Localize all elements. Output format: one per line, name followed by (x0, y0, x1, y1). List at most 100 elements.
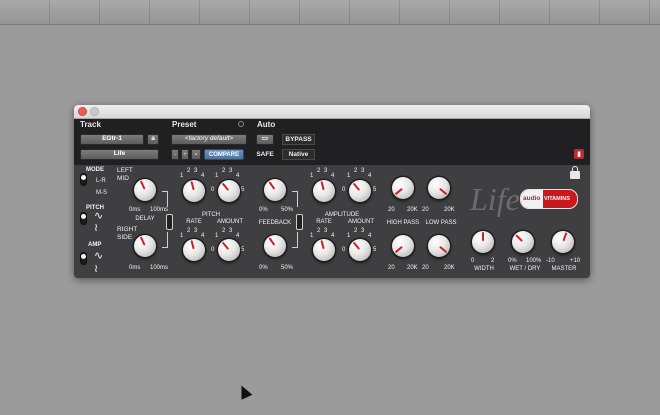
lock-icon[interactable] (570, 166, 580, 179)
timeline-grid (0, 0, 660, 24)
track-select[interactable]: EGtr-1 (80, 134, 144, 145)
bypass-button[interactable]: BYPASS (282, 134, 315, 145)
amp-waveform-switch[interactable] (80, 252, 87, 265)
close-button[interactable] (78, 107, 87, 116)
mouse-cursor-icon (236, 382, 253, 400)
delay-max-label-2: 100ms (150, 265, 169, 271)
safe-button[interactable]: SAFE (254, 149, 276, 160)
amp-amount-tick-1b: 1 (347, 233, 351, 239)
pitch-amount-knob-2[interactable] (218, 239, 240, 261)
width-knob[interactable] (472, 231, 494, 253)
preset-menu-icon[interactable] (238, 121, 244, 127)
wet-dry-label: WET / DRY (509, 266, 541, 272)
badge-audio-text: audio (523, 195, 541, 202)
triangle-wave-icon: ≀ (94, 263, 99, 275)
track-channel-select[interactable]: a (147, 134, 159, 145)
mode-ms-label: M-S (96, 190, 107, 196)
low-pass-left-knob[interactable] (428, 177, 450, 199)
audio-vitamins-logo: audio VITAMINS (520, 189, 578, 209)
amp-rate-knob-1[interactable] (313, 180, 335, 202)
life-plugin-panel: MODE L-R M-S PITCH ∿ ≀ AMP ∿ ≀ LEFT MID … (74, 165, 590, 278)
high-pass-left-knob[interactable] (392, 177, 414, 199)
feedback-link-button[interactable] (296, 214, 303, 230)
plugin-window: Track Preset Auto EGtr-1 a Life <factory… (74, 105, 590, 278)
right-label: RIGHT (117, 226, 138, 233)
amp-amount-tick-3: 3 (361, 168, 365, 174)
pitch-amount-tick-4: 4 (236, 173, 240, 179)
feedback-min-label-2: 0% (259, 265, 268, 271)
hp-min-label: 20 (388, 207, 395, 213)
sine-wave-icon: ∿ (94, 250, 104, 262)
pitch-label: PITCH (202, 212, 220, 218)
delay-max-label: 100ms (150, 207, 169, 213)
preset-next-button[interactable]: + (181, 149, 189, 160)
feedback-min-label: 0% (259, 207, 268, 213)
side-label: SIDE (117, 234, 133, 241)
delay-min-label-2: 0ms (129, 265, 141, 271)
amp-amount-label: AMOUNT (348, 219, 374, 225)
wet-dry-knob[interactable] (512, 231, 534, 253)
width-label: WIDTH (474, 266, 494, 272)
lp-max-label-2: 20K (444, 265, 455, 271)
preset-save-icon[interactable]: ▪ (191, 149, 201, 160)
master-label: MASTER (551, 266, 577, 272)
feedback-left-knob[interactable] (264, 179, 286, 201)
pitch-rate-tick-2b: 2 (187, 228, 191, 234)
feedback-label: FEEDBACK (258, 220, 292, 226)
amp-rate-tick-2b: 2 (317, 228, 321, 234)
delay-left-knob[interactable] (134, 179, 156, 201)
pitch-rate-knob-1[interactable] (183, 180, 205, 202)
lp-min-label-2: 20 (422, 265, 429, 271)
delay-link-button[interactable] (166, 214, 173, 230)
pitch-amount-knob-1[interactable] (218, 180, 240, 202)
life-logo: Life (470, 181, 520, 217)
amp-rate-tick-2: 2 (317, 168, 321, 174)
feedback-right-knob[interactable] (264, 235, 286, 257)
amp-switch-dot (81, 254, 86, 259)
amp-amount-tick-5b: 5 (373, 247, 377, 253)
pitch-waveform-switch[interactable] (80, 212, 87, 225)
insert-select[interactable]: Life (80, 149, 159, 160)
delete-icon[interactable]: ▮ (574, 149, 584, 159)
amp-amount-tick-3b: 3 (361, 228, 365, 234)
master-knob[interactable] (552, 231, 574, 253)
window-titlebar[interactable] (74, 105, 590, 119)
wet-dry-min-label: 0% (508, 258, 517, 264)
pitch-switch-dot (81, 214, 86, 219)
insert-header: Track Preset Auto EGtr-1 a Life <factory… (74, 119, 590, 165)
amp-rate-tick-1: 1 (310, 173, 314, 179)
master-min-label: -10 (546, 258, 555, 264)
amp-amount-tick-4: 4 (368, 173, 372, 179)
pitch-amount-tick-2: 2 (222, 168, 226, 174)
link-bracket-top-2 (292, 191, 298, 207)
automation-icon[interactable]: ▭ (256, 134, 274, 145)
mode-switch[interactable] (80, 173, 87, 186)
mid-label: MID (117, 175, 129, 182)
feedback-max-label: 50% (281, 207, 294, 213)
preset-prev-button[interactable]: - (171, 149, 179, 160)
delay-right-knob[interactable] (134, 235, 156, 257)
pitch-amount-label: AMOUNT (217, 219, 243, 225)
high-pass-right-knob[interactable] (392, 235, 414, 257)
pitch-amount-tick-0b: 0 (211, 247, 215, 253)
amp-rate-knob-2[interactable] (313, 239, 335, 261)
pitch-amount-tick-2b: 2 (222, 228, 226, 234)
amp-rate-tick-3b: 3 (324, 228, 328, 234)
amp-switch-label: AMP (88, 242, 102, 248)
pitch-amount-tick-1b: 1 (215, 233, 219, 239)
preset-select[interactable]: <factory default> (171, 134, 247, 145)
amp-amount-knob-2[interactable] (349, 239, 371, 261)
pitch-amount-tick-3: 3 (229, 168, 233, 174)
master-max-label: +10 (570, 258, 581, 264)
pitch-amount-tick-1: 1 (215, 173, 219, 179)
amp-amount-knob-1[interactable] (349, 180, 371, 202)
amp-rate-tick-3: 3 (324, 168, 328, 174)
minimize-button[interactable] (90, 107, 99, 116)
low-pass-right-knob[interactable] (428, 235, 450, 257)
pitch-rate-knob-2[interactable] (183, 239, 205, 261)
hp-min-label-2: 20 (388, 265, 395, 271)
native-button[interactable]: Native (282, 149, 315, 160)
amp-amount-tick-4b: 4 (368, 233, 372, 239)
compare-button[interactable]: COMPARE (204, 149, 244, 160)
amplitude-label: AMPLITUDE (324, 212, 360, 218)
